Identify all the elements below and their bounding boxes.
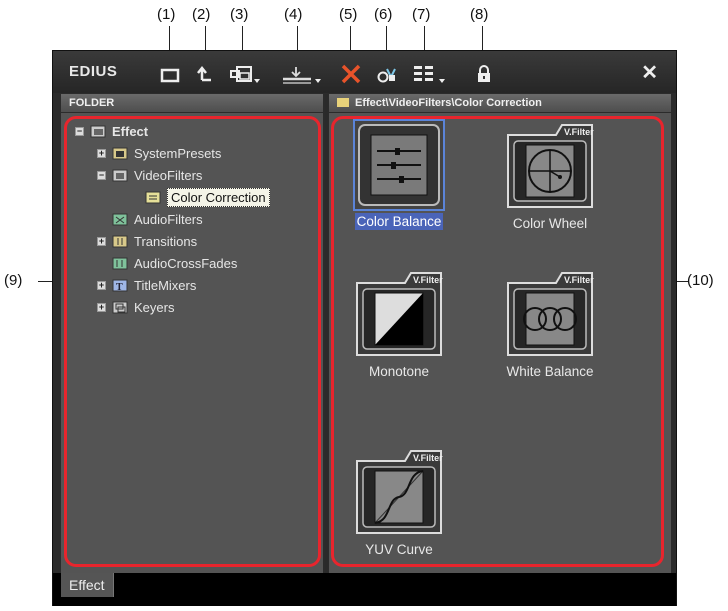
- callout-6: (6): [374, 6, 393, 23]
- properties-icon[interactable]: [374, 63, 400, 85]
- folder-pane-highlight: [64, 116, 321, 567]
- callout-7: (7): [412, 6, 431, 23]
- title-bar: EDIUS ✕: [53, 51, 676, 93]
- lock-icon[interactable]: [471, 63, 497, 85]
- callout-9: (9): [4, 272, 23, 289]
- view-mode-icon[interactable]: [411, 63, 453, 85]
- effect-pane-highlight: [331, 116, 664, 567]
- callout-3: (3): [230, 6, 249, 23]
- callout-5: (5): [339, 6, 358, 23]
- folder-pane-header: FOLDER: [61, 94, 323, 112]
- callout-1: (1): [157, 6, 176, 23]
- close-icon[interactable]: ✕: [641, 60, 658, 85]
- callout-10: (10): [687, 272, 714, 289]
- callout-4: (4): [284, 6, 303, 23]
- window-title: EDIUS: [69, 63, 118, 80]
- folder-path-label: Effect\VideoFilters\Color Correction: [355, 97, 542, 109]
- folder-view-icon[interactable]: [228, 63, 262, 85]
- callout-8: (8): [470, 6, 489, 23]
- folder-up-icon[interactable]: [193, 63, 219, 85]
- callout-2: (2): [192, 6, 211, 23]
- new-folder-icon[interactable]: [157, 63, 183, 85]
- tab-effect[interactable]: Effect: [61, 573, 114, 597]
- delete-icon[interactable]: [338, 63, 364, 85]
- folder-path-icon: [337, 98, 349, 107]
- effect-pane-header: Effect\VideoFilters\Color Correction: [329, 94, 671, 112]
- status-bar: Effect: [53, 573, 676, 606]
- add-to-timeline-icon[interactable]: [281, 63, 323, 85]
